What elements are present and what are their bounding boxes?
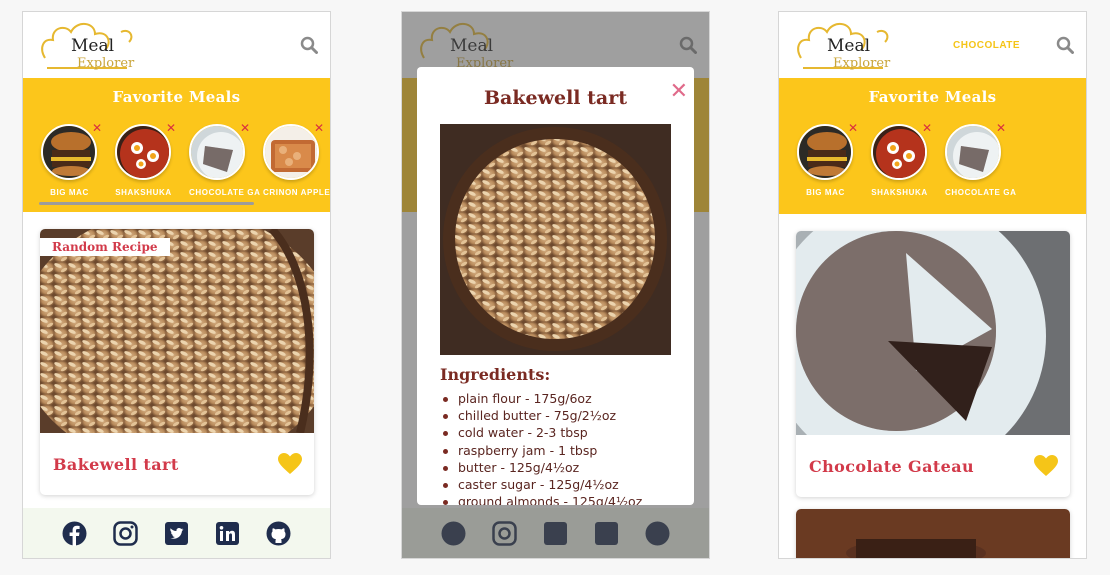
favorite-item[interactable]: ✕ CHOCOLATE GA <box>945 121 1017 197</box>
favorite-meals-section: Favorite Meals ✕ BIG MAC ✕ SHAKSHUKA ✕ C… <box>779 78 1086 214</box>
favorite-item[interactable]: ✕ CHOCOLATE GA <box>189 121 261 197</box>
brand-name-line2: Explorer <box>77 56 135 71</box>
favorite-label: CRINON APPLE <box>263 188 331 197</box>
github-icon[interactable] <box>266 521 291 546</box>
favorite-item[interactable]: ✕ CRINON APPLE <box>263 121 331 197</box>
phone-screen-modal: Meal Explorer Bakewell tart ✕ Ingredient… <box>401 11 710 559</box>
brand-logo[interactable]: Meal Explorer <box>793 18 893 74</box>
meal-title[interactable]: Bakewell tart <box>53 455 179 474</box>
favorite-image[interactable] <box>115 124 171 180</box>
favorite-label: CHOCOLATE GA <box>189 188 261 197</box>
ingredients-list: plain flour - 175g/6oz chilled butter - … <box>442 391 642 505</box>
favorite-image[interactable] <box>871 124 927 180</box>
linkedin-icon[interactable] <box>215 521 240 546</box>
search-term-chip[interactable]: CHOCOLATE <box>953 40 1020 51</box>
ingredient-item: plain flour - 175g/6oz <box>442 391 642 408</box>
ingredient-item: caster sugar - 125g/4½oz <box>442 477 642 494</box>
meal-image <box>40 229 314 469</box>
meal-image <box>796 509 1070 558</box>
remove-favorite-icon[interactable]: ✕ <box>240 121 250 135</box>
meal-card-body: Chocolate Gateau <box>796 439 1070 497</box>
favorite-image[interactable] <box>797 124 853 180</box>
heart-icon[interactable] <box>1034 455 1058 477</box>
meal-card[interactable]: Random Recipe Bakewell tart <box>40 229 314 495</box>
favorite-image[interactable] <box>263 124 319 180</box>
brand-name-line2: Explorer <box>833 56 891 71</box>
favorites-scrollbar[interactable] <box>39 202 254 205</box>
favorites-title: Favorite Meals <box>868 88 997 106</box>
brand-name-line1: Meal <box>71 36 115 56</box>
favorite-label: BIG MAC <box>806 188 845 197</box>
close-icon[interactable]: ✕ <box>670 79 688 104</box>
ingredient-item: ground almonds - 125g/4½oz <box>442 494 642 505</box>
search-icon[interactable] <box>300 36 318 54</box>
favorite-item[interactable]: ✕ SHAKSHUKA <box>115 121 176 197</box>
remove-favorite-icon[interactable]: ✕ <box>92 121 102 135</box>
meal-card[interactable]: Chocolate Gateau <box>796 231 1070 497</box>
favorite-image[interactable] <box>41 124 97 180</box>
meal-title[interactable]: Chocolate Gateau <box>809 457 974 476</box>
favorite-label: SHAKSHUKA <box>115 188 172 197</box>
favorite-meals-section: Favorite Meals ✕ BIG MAC ✕ SHAKSHUKA ✕ C… <box>23 78 330 212</box>
ingredient-item: cold water - 2-3 tbsp <box>442 425 642 442</box>
heart-icon[interactable] <box>278 453 302 475</box>
twitter-icon[interactable] <box>164 521 189 546</box>
favorite-item[interactable]: ✕ BIG MAC <box>797 121 858 197</box>
meal-card-body: Bakewell tart <box>40 437 314 495</box>
meal-card[interactable] <box>796 509 1070 558</box>
meal-detail-modal: Bakewell tart ✕ Ingredients: plain flour… <box>417 67 694 505</box>
phone-screen-home: Meal Explorer Favorite Meals ✕ BIG MAC ✕ <box>22 11 331 559</box>
favorite-item[interactable]: ✕ SHAKSHUKA <box>871 121 932 197</box>
modal-title: Bakewell tart <box>484 87 627 109</box>
app-header: Meal Explorer CHOCOLATE <box>779 12 1086 78</box>
favorite-label: SHAKSHUKA <box>871 188 928 197</box>
favorites-list: ✕ BIG MAC ✕ SHAKSHUKA ✕ CHOCOLATE GA <box>41 121 331 197</box>
favorites-title: Favorite Meals <box>112 88 241 106</box>
favorite-label: CHOCOLATE GA <box>945 188 1017 197</box>
favorite-label: BIG MAC <box>50 188 89 197</box>
ingredients-title: Ingredients: <box>440 365 551 384</box>
instagram-icon[interactable] <box>113 520 138 546</box>
app-header: Meal Explorer <box>23 12 330 78</box>
social-footer <box>23 508 330 558</box>
phone-screen-search: Meal Explorer CHOCOLATE Favorite Meals ✕… <box>778 11 1087 559</box>
random-recipe-badge: Random Recipe <box>40 238 170 256</box>
favorite-image[interactable] <box>189 124 245 180</box>
favorites-list: ✕ BIG MAC ✕ SHAKSHUKA ✕ CHOCOLATE GA <box>797 121 1017 197</box>
brand-logo[interactable]: Meal Explorer <box>37 18 137 74</box>
ingredient-item: chilled butter - 75g/2½oz <box>442 408 642 425</box>
brand-name-line1: Meal <box>827 36 871 56</box>
remove-favorite-icon[interactable]: ✕ <box>848 121 858 135</box>
ingredient-item: butter - 125g/4½oz <box>442 460 642 477</box>
remove-favorite-icon[interactable]: ✕ <box>996 121 1006 135</box>
remove-favorite-icon[interactable]: ✕ <box>922 121 932 135</box>
facebook-icon[interactable] <box>62 521 87 546</box>
remove-favorite-icon[interactable]: ✕ <box>166 121 176 135</box>
ingredient-item: raspberry jam - 1 tbsp <box>442 443 642 460</box>
modal-meal-image <box>440 124 671 355</box>
meal-image <box>796 231 1070 476</box>
favorite-image[interactable] <box>945 124 1001 180</box>
remove-favorite-icon[interactable]: ✕ <box>314 121 324 135</box>
favorite-item[interactable]: ✕ BIG MAC <box>41 121 102 197</box>
search-icon[interactable] <box>1056 36 1074 54</box>
